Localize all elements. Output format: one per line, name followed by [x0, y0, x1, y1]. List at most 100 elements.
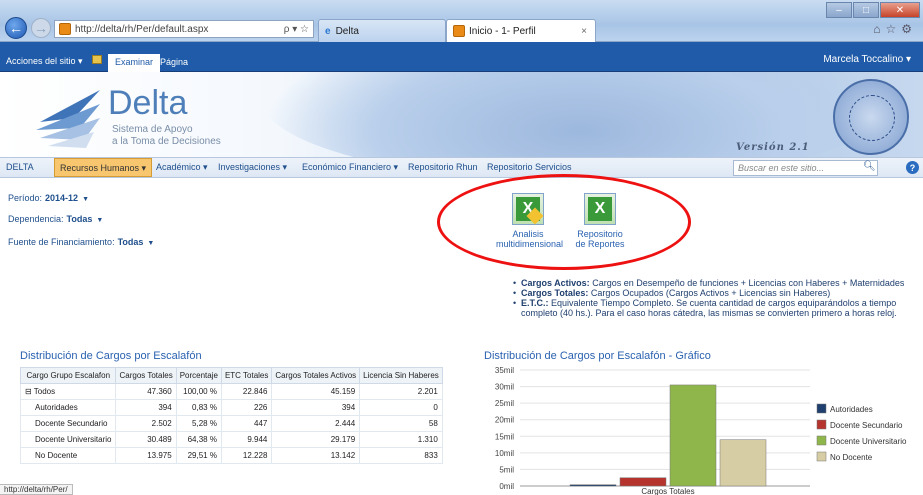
search-icon[interactable]: 🔍︎ [863, 161, 876, 172]
col-header[interactable]: Cargo Grupo Escalafon [19, 367, 117, 384]
table-cell: 12.228 [220, 447, 273, 464]
folder-icon[interactable] [92, 55, 102, 64]
definitions-list: Cargos Activos: Cargos en Desempeño de f… [511, 278, 911, 318]
y-tick-label: 0mil [499, 482, 514, 491]
forward-button[interactable]: → [31, 18, 51, 38]
table-cell: 45.159 [271, 383, 361, 400]
table-cell: 2.444 [271, 415, 361, 432]
sharepoint-ribbon: Acciones del sitio ▾ Examinar Página Mar… [0, 42, 923, 72]
table-row: Docente Universitario 30.489 64,38 % 9.9… [19, 431, 443, 448]
bar-autoridades [569, 484, 617, 487]
tab-delta[interactable]: e Delta [318, 19, 446, 42]
col-header[interactable]: Porcentaje [175, 367, 222, 384]
nav-item-repositorio-servicios[interactable]: Repositorio Servicios [487, 162, 572, 172]
nav-item-repositorio-rhun[interactable]: Repositorio Rhun [408, 162, 478, 172]
chevron-down-icon[interactable]: ▼ [96, 217, 103, 224]
settings-gear-icon[interactable]: ⚙ [901, 22, 917, 36]
filter-fuente-value[interactable]: Todas [118, 237, 144, 247]
table-title: Distribución de Cargos por Escalafón [20, 350, 202, 362]
filter-periodo-value[interactable]: 2014-12 [45, 193, 78, 203]
y-tick-label: 25mil [495, 399, 514, 408]
filter-periodo[interactable]: Período: 2014-12 ▼ [8, 193, 89, 203]
table-cell: 2.201 [359, 383, 443, 400]
bar-docente-universitario [669, 384, 717, 487]
search-input[interactable]: Buscar en este sitio... [733, 160, 878, 176]
x-category-label: Cargos Totales [641, 487, 694, 495]
definition-cargos-activos: Cargos Activos: Cargos en Desempeño de f… [511, 278, 911, 288]
highlight-ellipse [437, 174, 691, 270]
col-header[interactable]: ETC Totales [220, 367, 273, 384]
y-tick-label: 10mil [495, 449, 514, 458]
minimize-button[interactable]: – [826, 2, 852, 18]
filter-periodo-label: Período: [8, 193, 43, 203]
chevron-down-icon[interactable]: ▼ [82, 196, 89, 203]
site-actions-menu[interactable]: Acciones del sitio ▾ [6, 56, 83, 67]
filter-fuente-label: Fuente de Financiamiento: [8, 237, 115, 247]
address-controls[interactable]: ρ ▾ ☆ [284, 24, 309, 35]
table-cell: 29.179 [271, 431, 361, 448]
tab-examinar[interactable]: Examinar [108, 54, 161, 72]
table-cell: 0 [359, 399, 443, 416]
table-cell: 13.975 [115, 447, 177, 464]
favorites-star-icon[interactable]: ☆ [885, 22, 901, 36]
y-tick-label: 15mil [495, 432, 514, 441]
definition-cargos-totales: Cargos Totales: Cargos Ocupados (Cargos … [511, 288, 911, 298]
table-row: Autoridades 394 0,83 % 226 394 0 [19, 399, 443, 416]
address-bar[interactable]: http://delta/rh/Per/default.aspx ρ ▾ ☆ [54, 20, 314, 38]
tab-pagina[interactable]: Página [160, 57, 188, 67]
site-subtitle-line1: Sistema de Apoyo [112, 124, 193, 135]
tab-inicio-label: Inicio - 1- Perfil [469, 25, 536, 37]
nav-item-academico[interactable]: Académico ▾ [156, 162, 208, 173]
maximize-button[interactable]: □ [853, 2, 879, 18]
y-tick-label: 30mil [495, 383, 514, 392]
row-label: Docente Universitario [19, 431, 117, 448]
delta-logo-icon [36, 90, 100, 148]
site-subtitle-line2: a la Toma de Decisiones [112, 136, 221, 147]
bar-no-docente [719, 439, 767, 487]
bar-docente-secundario [619, 477, 667, 487]
row-label: Autoridades [19, 399, 117, 416]
nav-item-economico-financiero[interactable]: Económico Financiero ▾ [302, 162, 398, 173]
browser-toolbar: ← → http://delta/rh/Per/default.aspx ρ ▾… [0, 0, 923, 42]
table-cell: 833 [359, 447, 443, 464]
tab-inicio-perfil[interactable]: Inicio - 1- Perfil × [446, 19, 596, 42]
site-favicon-icon [59, 23, 71, 35]
user-menu[interactable]: Marcela Toccalino ▾ [823, 54, 911, 65]
row-label-expand[interactable]: ⊟ Todos [19, 383, 117, 400]
window-controls: – □ ✕ [826, 2, 920, 18]
distribution-table: Cargo Grupo Escalafon Cargos Totales Por… [19, 367, 443, 464]
nav-item-recursos-humanos[interactable]: Recursos Humanos ▾ [54, 158, 153, 177]
nav-item-delta[interactable]: DELTA [6, 162, 34, 172]
chevron-down-icon[interactable]: ▼ [147, 240, 154, 247]
y-tick-label: 35mil [495, 366, 514, 375]
filter-fuente-financiamiento[interactable]: Fuente de Financiamiento: Todas ▼ [8, 237, 154, 247]
help-icon[interactable]: ? [906, 161, 919, 174]
table-row: No Docente 13.975 29,51 % 12.228 13.142 … [19, 447, 443, 464]
table-header-row: Cargo Grupo Escalafon Cargos Totales Por… [19, 367, 443, 384]
home-icon[interactable]: ⌂ [873, 22, 885, 36]
status-bar-url: http://delta/rh/Per/ [0, 484, 73, 495]
table-cell: 394 [115, 399, 177, 416]
table-cell: 5,28 % [175, 415, 222, 432]
col-header[interactable]: Cargos Totales [115, 367, 177, 384]
tab-close-icon[interactable]: × [581, 26, 587, 37]
legend-label: Docente Secundario [830, 421, 903, 430]
legend-swatch [816, 435, 827, 446]
tab-delta-label: Delta [335, 25, 359, 37]
col-header[interactable]: Cargos Totales Activos [271, 367, 361, 384]
filter-dependencia[interactable]: Dependencia: Todas ▼ [8, 214, 103, 224]
filter-dependencia-value[interactable]: Todas [67, 214, 93, 224]
version-label: Versión 2.1 [736, 142, 810, 153]
table-cell: 13.142 [271, 447, 361, 464]
table-row: Docente Secundario 2.502 5,28 % 447 2.44… [19, 415, 443, 432]
chart-area: 0mil 5mil 10mil 15mil 20mil 25mil 30mil 35mil Ca… [480, 364, 920, 495]
close-window-button[interactable]: ✕ [880, 2, 920, 18]
legend-swatch [816, 403, 827, 414]
browser-icons: ⌂☆⚙ [873, 22, 917, 36]
back-button[interactable]: ← [5, 17, 27, 39]
table-cell: 2.502 [115, 415, 177, 432]
row-label: Docente Secundario [19, 415, 117, 432]
definition-etc: E.T.C.: Equivalente Tiempo Completo. Se … [511, 298, 911, 318]
nav-item-investigaciones[interactable]: Investigaciones ▾ [218, 162, 287, 173]
col-header[interactable]: Licencia Sin Haberes [359, 367, 443, 384]
